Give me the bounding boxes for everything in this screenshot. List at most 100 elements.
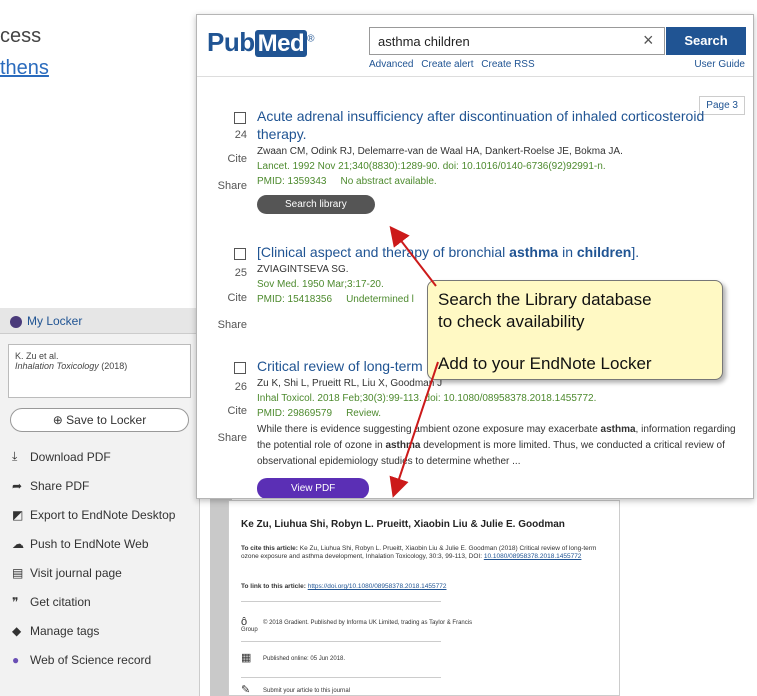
search-links: Advanced Create alert Create RSS bbox=[369, 59, 540, 70]
result-pmid-line: PMID: 1359343 No abstract available. bbox=[257, 176, 745, 187]
share-button[interactable]: Share bbox=[207, 319, 247, 331]
clear-icon[interactable]: × bbox=[643, 30, 654, 51]
doc-copyright-row: ô © 2018 Gradient. Published by Informa U… bbox=[241, 616, 481, 634]
menu-get-citation[interactable]: ❞ Get citation bbox=[0, 587, 199, 616]
user-guide-link[interactable]: User Guide bbox=[694, 59, 745, 70]
cite-button[interactable]: Cite bbox=[217, 405, 247, 417]
select-checkbox[interactable] bbox=[234, 248, 246, 260]
annotation-callout: Search the Library database to check ava… bbox=[427, 280, 723, 380]
cite-button[interactable]: Cite bbox=[217, 153, 247, 165]
select-checkbox[interactable] bbox=[234, 112, 246, 124]
pubmed-header: Pub Med ® asthma children × Search Advance… bbox=[197, 15, 753, 77]
advanced-link[interactable]: Advanced bbox=[369, 59, 413, 70]
logo-box: Med bbox=[254, 30, 308, 57]
callout-line: to check availability bbox=[438, 312, 585, 331]
menu-label: Export to EndNote Desktop bbox=[30, 507, 176, 522]
search-input[interactable]: asthma children bbox=[369, 27, 665, 55]
callout-line: Add to your EndNote Locker bbox=[438, 354, 652, 373]
result-number: 26 bbox=[234, 381, 247, 393]
calendar-icon: ▦ bbox=[241, 652, 252, 664]
open-access-icon: ô bbox=[241, 616, 248, 628]
download-icon: ⤓ bbox=[12, 449, 18, 463]
title-highlight: asthma bbox=[509, 244, 559, 260]
locker-citation-card: K. Zu et al. Inhalation Toxicology (2018… bbox=[8, 344, 191, 398]
doc-submit-row[interactable]: ✎ Submit your article to this journal bbox=[241, 684, 481, 696]
menu-web-of-science[interactable]: ● Web of Science record bbox=[0, 645, 199, 674]
locker-title: My Locker bbox=[27, 314, 83, 328]
result-pmid-line: PMID: 29869579 Review. bbox=[257, 408, 745, 419]
view-pdf-button[interactable]: View PDF bbox=[257, 478, 370, 498]
menu-label: Share PDF bbox=[30, 478, 90, 493]
menu-push-endnote-web[interactable]: ☁ Push to EndNote Web bbox=[0, 529, 199, 558]
menu-label: Visit journal page bbox=[30, 565, 122, 580]
pubmed-logo[interactable]: Pub Med ® bbox=[207, 27, 314, 58]
doc-divider bbox=[241, 601, 441, 602]
cloud-icon: ☁ bbox=[12, 536, 24, 551]
tag-icon: ◆ bbox=[12, 623, 22, 638]
pdf-document-page: Ke Zu, Liuhua Shi, Robyn L. Prueitt, Xia… bbox=[228, 500, 620, 696]
doc-published-row: ▦ Published online: 05 Jun 2018. bbox=[241, 652, 481, 664]
card-journal: Inhalation Toxicology bbox=[15, 361, 99, 371]
menu-label: Get citation bbox=[30, 594, 91, 609]
save-to-locker-button[interactable]: ⊕ Save to Locker bbox=[10, 408, 189, 432]
abstract-highlight: asthma bbox=[385, 440, 421, 451]
locker-header[interactable]: My Locker bbox=[0, 308, 199, 334]
abstract-text: While there is evidence suggesting ambie… bbox=[257, 424, 601, 435]
result-title[interactable]: Acute adrenal insufficiency after discon… bbox=[257, 107, 745, 143]
background-link[interactable]: thens bbox=[0, 52, 49, 84]
select-checkbox[interactable] bbox=[234, 362, 246, 374]
create-rss-link[interactable]: Create RSS bbox=[481, 59, 534, 70]
menu-share-pdf[interactable]: ➦ Share PDF bbox=[0, 471, 199, 500]
journal-icon: ▤ bbox=[12, 565, 24, 580]
abstract-highlight: asthma bbox=[600, 424, 636, 435]
result-journal: Lancet. 1992 Nov 21;340(8830):1289-90. d… bbox=[257, 161, 606, 172]
share-icon: ➦ bbox=[12, 478, 23, 493]
doc-copyright: © 2018 Gradient. Published by Informa UK… bbox=[241, 620, 473, 634]
doc-link-line: To link to this article: https://doi.org… bbox=[241, 583, 447, 590]
menu-label: Manage tags bbox=[30, 623, 100, 638]
create-alert-link[interactable]: Create alert bbox=[421, 59, 473, 70]
doc-cite-doi[interactable]: 10.1080/08958378.2018.1455772 bbox=[484, 553, 582, 560]
doc-divider bbox=[241, 677, 441, 678]
doc-link-label: To link to this article: bbox=[241, 583, 308, 590]
doc-authors: Ke Zu, Liuhua Shi, Robyn L. Prueitt, Xia… bbox=[241, 519, 565, 530]
result-pmid: PMID: 29869579 bbox=[257, 408, 333, 419]
doc-submit: Submit your article to this journal bbox=[263, 688, 351, 695]
cite-button[interactable]: Cite bbox=[217, 292, 247, 304]
locker-sidebar: My Locker K. Zu et al. Inhalation Toxico… bbox=[0, 308, 200, 696]
result-number: 25 bbox=[234, 267, 247, 279]
menu-visit-journal[interactable]: ▤ Visit journal page bbox=[0, 558, 199, 587]
save-to-locker-label: Save to Locker bbox=[66, 413, 147, 427]
plus-circle-icon: ⊕ bbox=[52, 413, 63, 427]
title-text: ]. bbox=[631, 244, 640, 260]
result-authors: Zwaan CM, Odink RJ, Delemarre-van de Waa… bbox=[257, 146, 623, 157]
menu-label: Download PDF bbox=[30, 449, 111, 464]
menu-label: Push to EndNote Web bbox=[30, 536, 149, 551]
wos-icon: ● bbox=[12, 652, 20, 667]
result-journal: Inhal Toxicol. 2018 Feb;30(3):99-113. do… bbox=[257, 393, 597, 404]
doc-divider bbox=[241, 641, 441, 642]
logo-prefix: Pub bbox=[207, 27, 255, 57]
title-highlight: children bbox=[576, 244, 632, 260]
result-title[interactable]: [Clinical aspect and therapy of bronchia… bbox=[257, 243, 745, 261]
background-text-line: cess bbox=[0, 25, 42, 47]
share-button[interactable]: Share bbox=[207, 432, 247, 444]
menu-download-pdf[interactable]: ⤓ Download PDF bbox=[0, 442, 199, 471]
result-authors: ZVIAGINTSEVA SG. bbox=[257, 264, 349, 275]
menu-manage-tags[interactable]: ◆ Manage tags bbox=[0, 616, 199, 645]
search-library-button[interactable]: Search library bbox=[257, 195, 375, 214]
callout-line: Search the Library database bbox=[438, 290, 652, 309]
search-button[interactable]: Search bbox=[666, 27, 746, 55]
doc-link-url[interactable]: https://doi.org/10.1080/08958378.2018.14… bbox=[308, 583, 447, 590]
card-authors: K. Zu et al. bbox=[15, 351, 59, 361]
menu-export-endnote[interactable]: ◩ Export to EndNote Desktop bbox=[0, 500, 199, 529]
logo-reg: ® bbox=[307, 33, 314, 45]
edit-icon: ✎ bbox=[241, 684, 251, 696]
card-year: (2018) bbox=[101, 361, 128, 371]
doc-cite-label: To cite this article: bbox=[241, 545, 298, 552]
share-button[interactable]: Share bbox=[207, 180, 247, 192]
result-body: Acute adrenal insufficiency after discon… bbox=[257, 107, 745, 214]
locker-icon bbox=[10, 315, 22, 328]
title-text: [Clinical aspect and therapy of bronchia… bbox=[257, 244, 510, 260]
title-text: in bbox=[558, 244, 577, 260]
